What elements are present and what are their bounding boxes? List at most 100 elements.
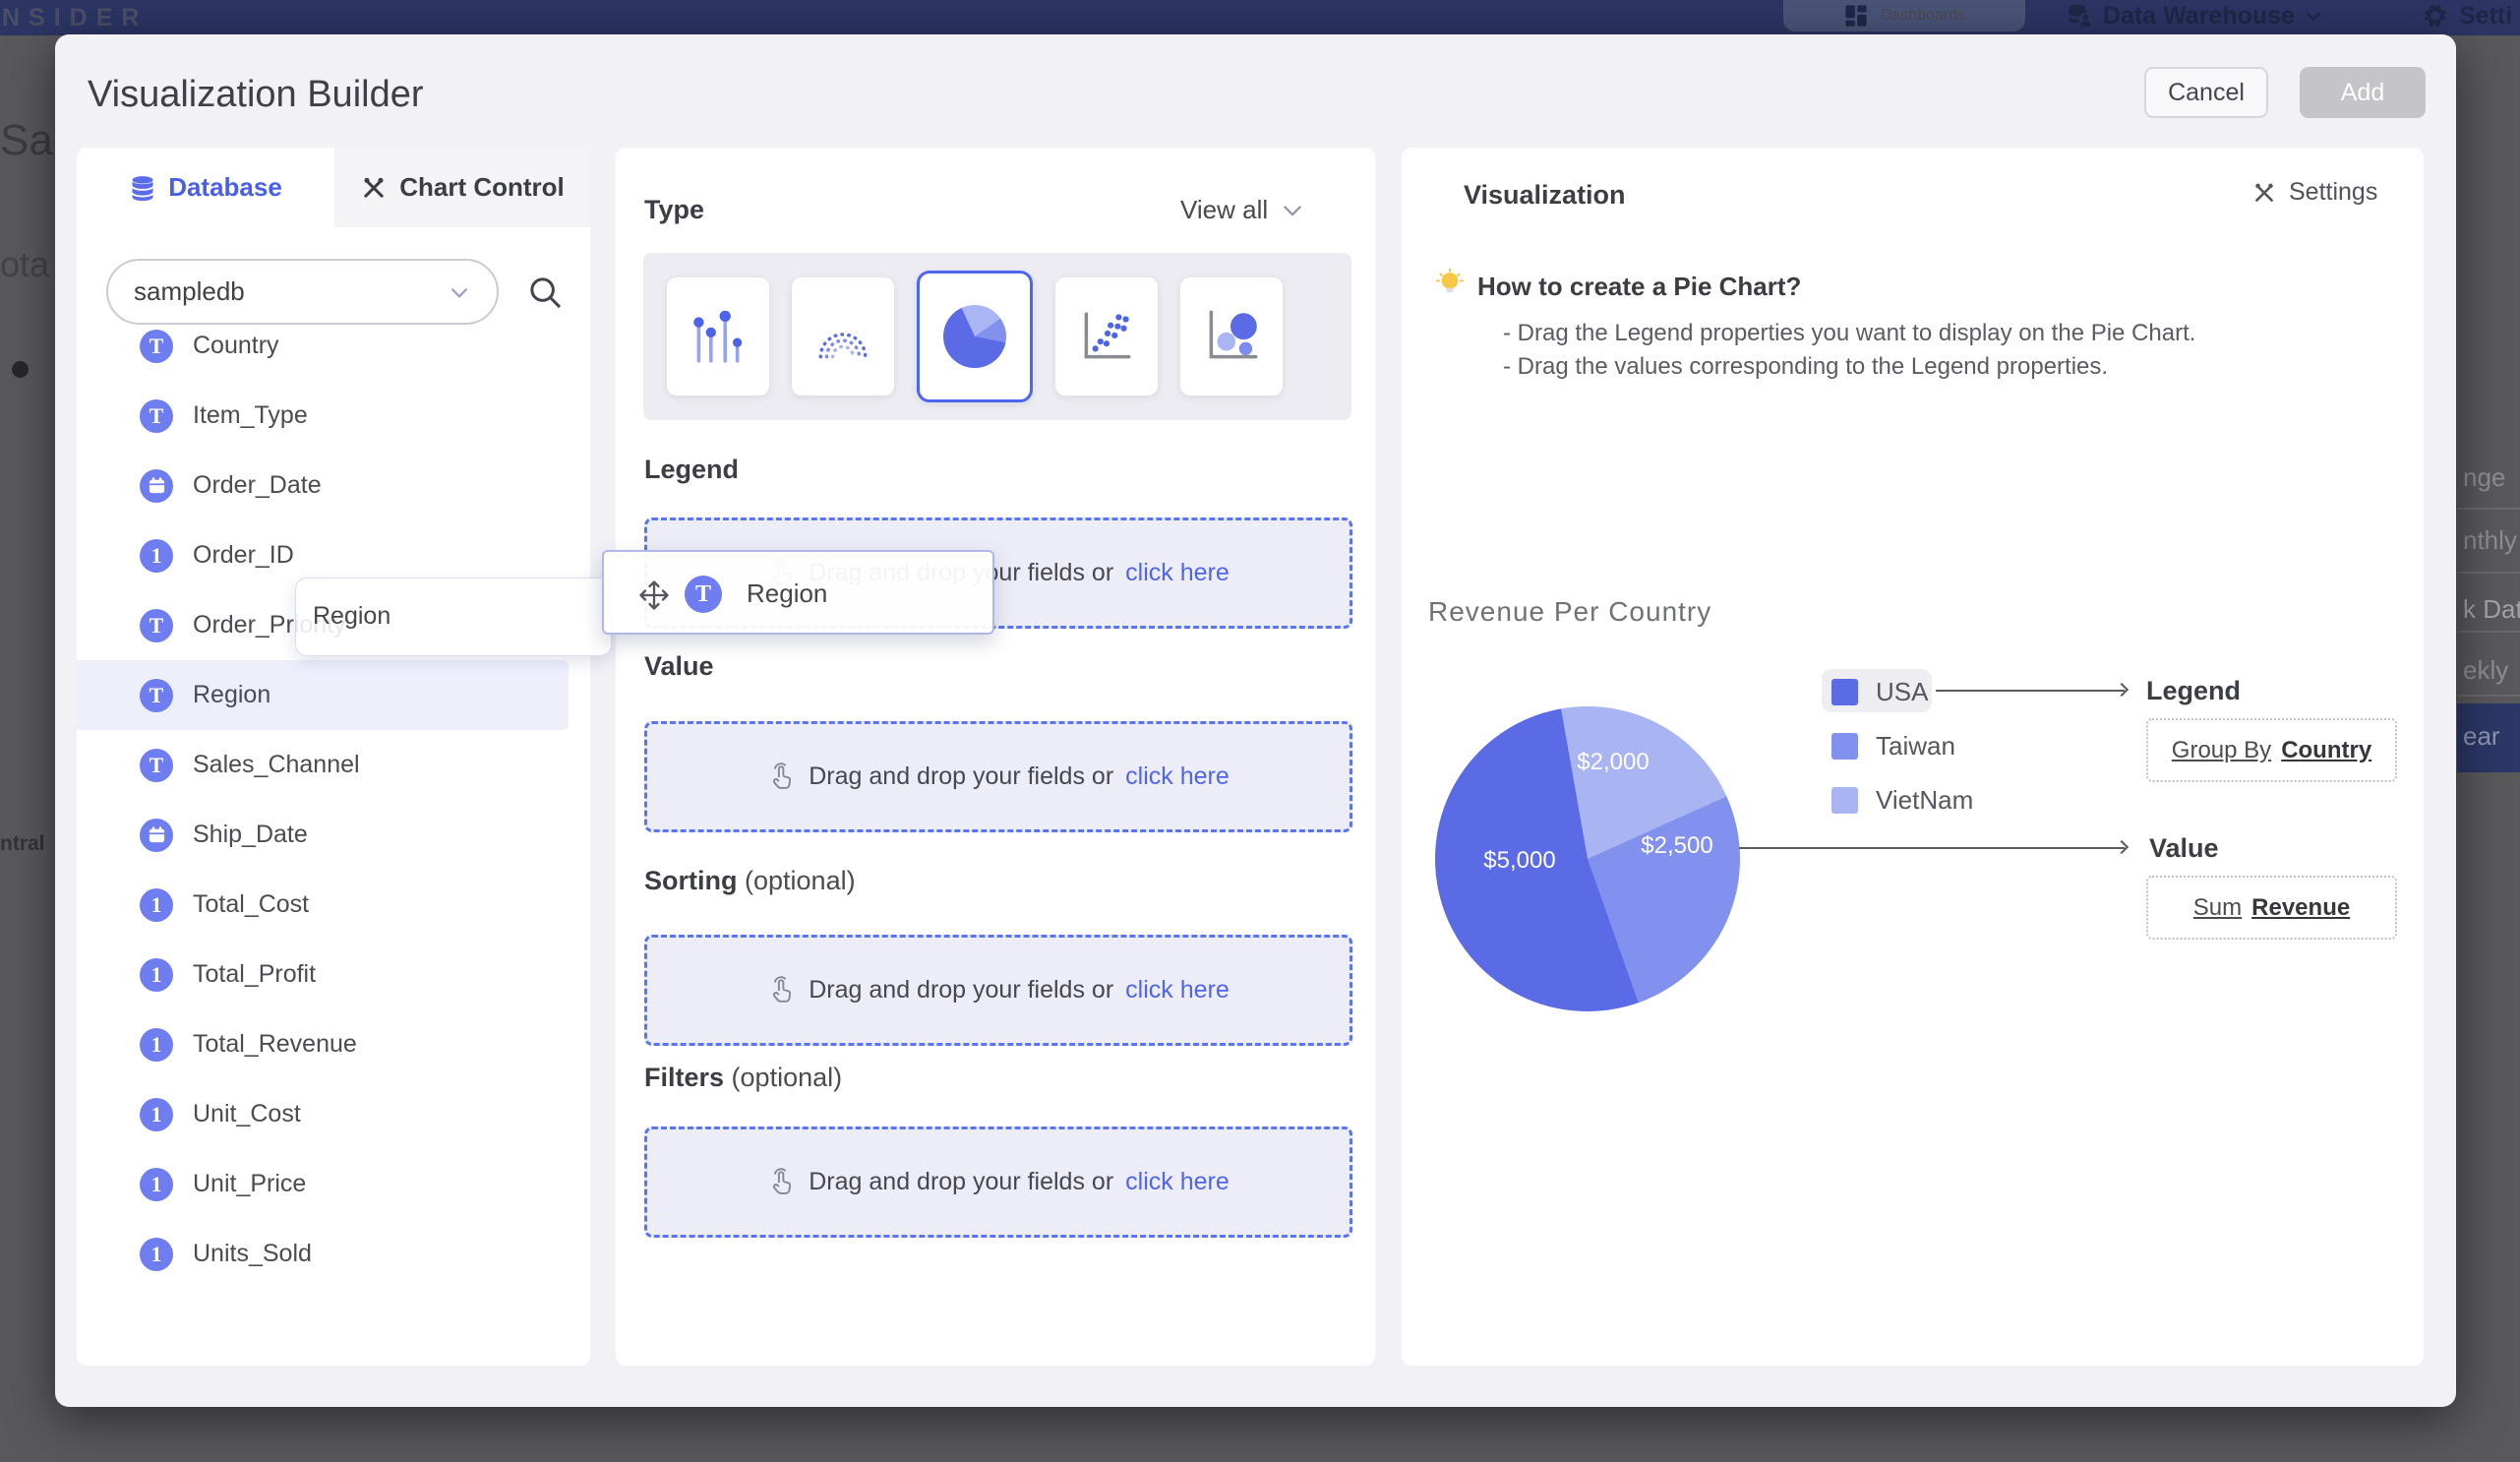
chart-title: Revenue Per Country	[1428, 596, 1711, 628]
database-panel: Database Chart Control sampledb T Countr…	[77, 148, 590, 1366]
field-label: Order_Date	[193, 471, 322, 500]
field-label: Unit_Cost	[193, 1100, 301, 1128]
groupby-field: Country	[2281, 737, 2371, 764]
number-type-icon: 1	[140, 1238, 173, 1271]
legend-label: VietNam	[1876, 785, 1973, 816]
menu-item-fragment: ear	[2463, 721, 2500, 752]
lightbulb-icon	[1434, 268, 1466, 299]
field-row[interactable]: T Sales_Channel	[77, 730, 590, 800]
table-row-sale-records[interactable]: ▶ sale_records ⋮	[77, 1310, 590, 1366]
tab-chart-control[interactable]: Chart Control	[334, 148, 590, 227]
text-type-icon: T	[140, 399, 173, 433]
background-text-fragment: ntral	[0, 832, 45, 856]
filters-section-label: Filters (optional)	[644, 1063, 842, 1093]
field-row[interactable]: 1 Unit_Cost	[77, 1079, 590, 1149]
date-type-icon	[140, 469, 173, 503]
menu-item-fragment: ekly	[2463, 655, 2508, 686]
field-label: Region	[193, 681, 270, 709]
legend-item[interactable]: Taiwan	[1831, 731, 1955, 761]
text-type-icon: T	[140, 609, 173, 642]
dropzone-click-here-link[interactable]: click here	[1125, 976, 1230, 1005]
chart-type-scatter[interactable]	[1055, 277, 1158, 396]
hint-title: How to create a Pie Chart?	[1477, 272, 1801, 302]
dragged-field-card[interactable]: T Region	[602, 550, 994, 635]
text-type-icon: T	[140, 330, 173, 363]
tab-database-label: Database	[168, 172, 282, 203]
field-row[interactable]: T Item_Type	[77, 381, 590, 451]
field-label: Country	[193, 332, 279, 360]
legend-item[interactable]: USA	[1831, 677, 1928, 707]
field-label: Total_Cost	[193, 890, 309, 919]
nav-settings[interactable]: Setti	[2422, 0, 2512, 31]
value-mapping-arrow	[1739, 847, 2125, 849]
legend-swatch	[1831, 679, 1858, 705]
legend-swatch	[1831, 733, 1858, 760]
dropzone-click-here-link[interactable]: click here	[1125, 762, 1230, 791]
field-row[interactable]: Ship_Date	[77, 800, 590, 870]
field-label: Total_Profit	[193, 960, 316, 989]
field-row[interactable]: 1 Total_Revenue	[77, 1009, 590, 1079]
dropzone-text: Drag and drop your fields or	[809, 1168, 1113, 1196]
view-all-toggle[interactable]: View all	[1180, 195, 1303, 225]
value-dropzone[interactable]: Drag and drop your fields or click here	[644, 721, 1352, 832]
chevron-down-icon	[450, 286, 469, 299]
groupby-function: Group By	[2172, 737, 2271, 764]
field-row[interactable]: T Country	[77, 311, 590, 381]
settings-button[interactable]: Settings	[2251, 178, 2377, 207]
legend-section-label: Legend	[644, 455, 739, 485]
field-label: Units_Sold	[193, 1240, 312, 1268]
field-list: T Country T Item_Type Order_Date 1 Order…	[77, 311, 590, 1289]
modal-title: Visualization Builder	[88, 74, 424, 116]
mapping-value-box[interactable]: Sum Revenue	[2146, 876, 2397, 940]
chart-type-pie[interactable]	[917, 271, 1033, 402]
field-row[interactable]: 1 Total_Cost	[77, 870, 590, 940]
chart-type-arc[interactable]	[792, 277, 894, 396]
nav-data-warehouse[interactable]: Data Warehouse	[2066, 0, 2322, 31]
field-row[interactable]: T Region	[77, 660, 569, 730]
brand-logo-fragment: NSIDER	[2, 4, 148, 32]
filters-dropzone[interactable]: Drag and drop your fields or click here	[644, 1127, 1352, 1238]
nav-dashboards[interactable]: Dashboards	[1783, 0, 2025, 31]
text-type-icon: T	[140, 679, 173, 712]
field-row[interactable]: 1 Units_Sold	[77, 1219, 590, 1289]
field-label: Order_ID	[193, 541, 294, 570]
field-label: Total_Revenue	[193, 1030, 357, 1059]
field-row[interactable]: Order_Date	[77, 451, 590, 520]
chart-type-bubble[interactable]	[1180, 277, 1283, 396]
sum-function: Sum	[2193, 894, 2242, 922]
field-row[interactable]: 1 Total_Profit	[77, 940, 590, 1009]
field-label: Sales_Channel	[193, 751, 360, 779]
add-button[interactable]: Add	[2300, 67, 2426, 118]
dropzone-text: Drag and drop your fields or	[809, 976, 1113, 1005]
database-select-value: sampledb	[134, 276, 245, 307]
legend-swatch	[1831, 787, 1858, 814]
dropzone-click-here-link[interactable]: click here	[1125, 559, 1230, 587]
dashboard-icon	[1843, 3, 1869, 29]
mapping-legend-label: Legend	[2146, 676, 2241, 706]
number-type-icon: 1	[140, 1098, 173, 1131]
data-warehouse-icon	[2066, 3, 2093, 29]
number-type-icon: 1	[140, 958, 173, 992]
nav-settings-label: Setti	[2459, 2, 2512, 30]
dropzone-click-here-link[interactable]: click here	[1125, 1168, 1230, 1196]
gear-icon	[2422, 2, 2449, 30]
sorting-dropzone[interactable]: Drag and drop your fields or click here	[644, 935, 1352, 1046]
tools-icon	[2251, 180, 2277, 206]
legend-item[interactable]: VietNam	[1831, 785, 1973, 816]
drag-ghost-card: Region	[295, 578, 612, 656]
date-type-icon	[140, 819, 173, 852]
chart-type-strip	[643, 253, 1351, 420]
hint-line: - Drag the Legend properties you want to…	[1503, 317, 2195, 350]
sum-field: Revenue	[2251, 894, 2350, 922]
value-section-label: Value	[644, 651, 714, 682]
chart-type-lollipop[interactable]	[667, 277, 769, 396]
mapping-legend-box[interactable]: Group By Country	[2146, 718, 2397, 782]
search-icon[interactable]	[526, 274, 564, 311]
drag-ghost-label: Region	[313, 602, 390, 631]
slice-value-label: $5,000	[1483, 847, 1555, 875]
menu-item-fragment: nge	[2463, 462, 2505, 493]
cancel-button[interactable]: Cancel	[2144, 67, 2268, 118]
tab-database[interactable]: Database	[77, 148, 334, 227]
chevron-down-icon	[1282, 204, 1303, 217]
field-row[interactable]: 1 Unit_Price	[77, 1149, 590, 1219]
